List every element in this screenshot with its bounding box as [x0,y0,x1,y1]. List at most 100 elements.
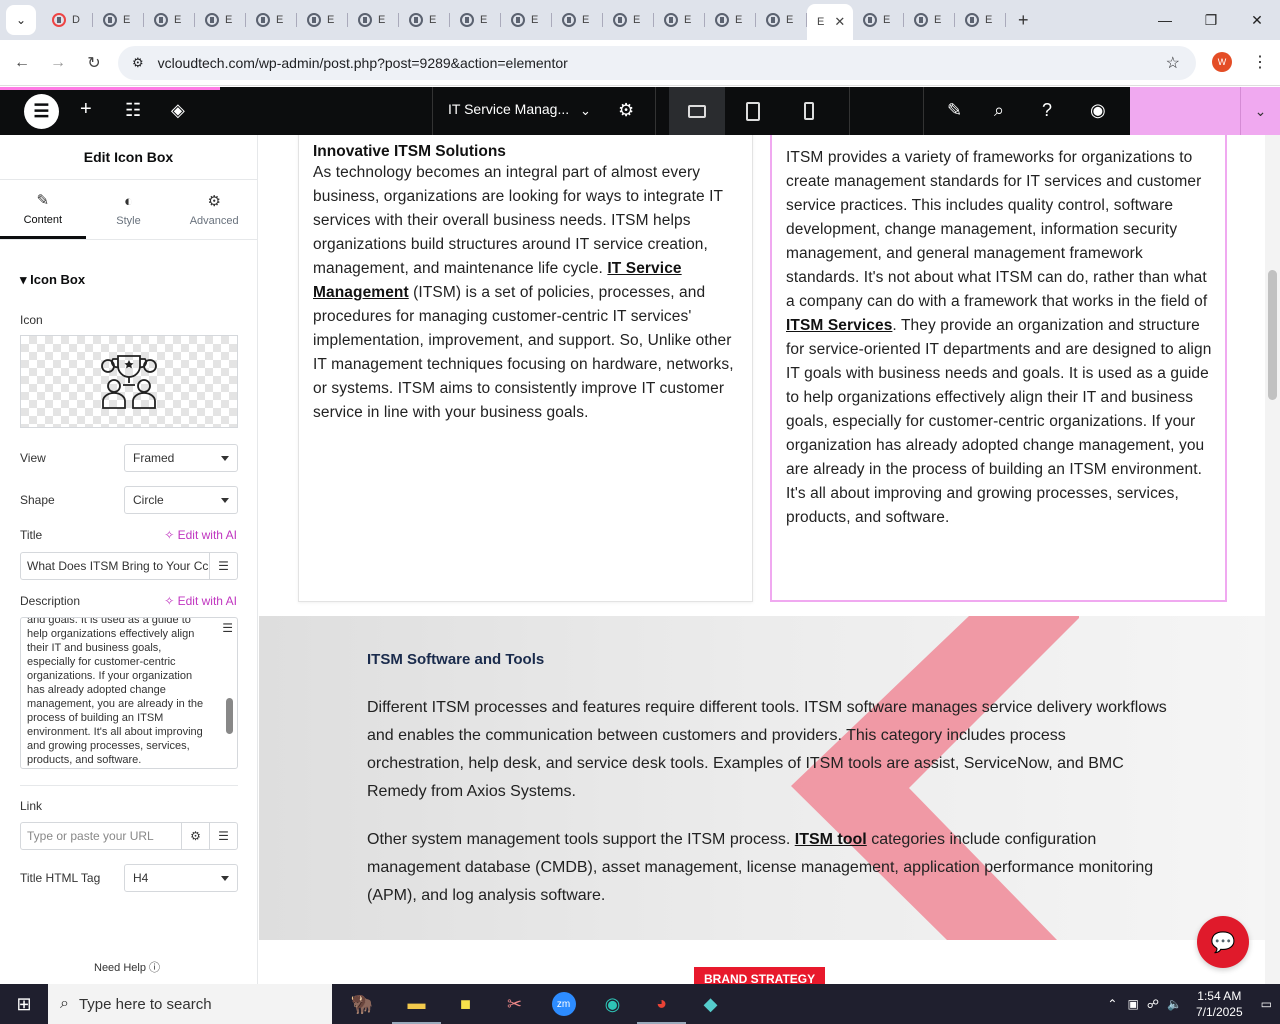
view-select[interactable]: Framed [124,444,238,472]
page-canvas: Innovative ITSM Solutions As technology … [259,135,1265,984]
back-icon[interactable]: ← [4,54,40,72]
tab-content[interactable]: ✎ Content [0,180,86,239]
dynamic-tags-icon[interactable]: ☰ [209,553,237,579]
url-text[interactable]: vcloudtech.com/wp-admin/post.php?post=92… [158,55,568,71]
new-tab-icon[interactable]: + [1018,10,1029,31]
forward-icon[interactable]: → [40,54,76,72]
windows-start-icon[interactable]: ⊞ [0,994,48,1015]
structure-icon[interactable]: ◈ [171,100,185,121]
browser-toolbar: ← → ↻ ⚙ vcloudtech.com/wp-admin/post.php… [0,40,1280,86]
section-toggle[interactable]: ▾ Icon Box [0,240,257,288]
browser-tab[interactable]: E [756,4,807,36]
publish-button[interactable] [1130,87,1240,135]
page-title-dropdown[interactable]: IT Service Manag... [448,101,569,117]
address-bar[interactable]: ⚙ vcloudtech.com/wp-admin/post.php?post=… [118,46,1196,80]
dynamic-tags-icon[interactable]: ☰ [222,621,233,635]
itsm-tool-link[interactable]: ITSM tool [795,831,867,848]
tab-search-button[interactable]: ⌄ [6,5,36,35]
browser-tab[interactable]: E [853,4,904,36]
taskbar-search[interactable]: ⌕ Type here to search [48,984,332,1024]
description-textarea[interactable]: and goals. It is used as a guide to help… [20,617,238,769]
browser-tab[interactable]: E [93,4,144,36]
selected-icon-box-card[interactable]: ITSM provides a variety of frameworks fo… [770,135,1227,602]
site-info-icon[interactable]: ⚙ [132,55,144,71]
dynamic-tags-icon[interactable]: ☰ [209,823,237,849]
page-scrollbar[interactable] [1265,135,1280,984]
need-help-link[interactable]: Need Help ⓘ [94,959,160,975]
clock[interactable]: 1:54 AM 7/1/2025 [1186,988,1253,1020]
elementor-favicon-icon [715,13,729,27]
notifications-icon[interactable]: ▭ [1253,997,1280,1011]
panel-tabs: ✎ Content ◐ Style ⚙ Advanced [0,180,257,240]
profile-avatar[interactable]: W [1212,52,1232,72]
browser-tab[interactable]: E [904,4,955,36]
edit-with-ai-link[interactable]: ✧ Edit with AI [164,528,237,542]
browser-tab[interactable]: E [348,4,399,36]
app-icon[interactable]: ◆ [686,984,735,1024]
minimize-icon[interactable]: — [1142,0,1188,40]
browser-tab[interactable]: E [144,4,195,36]
browser-tab[interactable]: E [246,4,297,36]
help-icon[interactable]: ? [1042,100,1052,121]
chat-bubble-icon[interactable]: 💬 [1197,916,1249,968]
reload-icon[interactable]: ↻ [76,53,112,73]
browser-tab[interactable]: E [552,4,603,36]
browser-tab[interactable]: E [450,4,501,36]
editor-panel: Edit Icon Box ✎ Content ◐ Style ⚙ Advanced … [0,135,258,984]
scrollbar-thumb[interactable] [1268,270,1277,400]
elementor-logo-icon[interactable]: ☰ [24,94,59,129]
file-explorer-icon[interactable]: ▬ [392,984,441,1024]
sticky-notes-icon[interactable]: ■ [441,984,490,1024]
link-input[interactable]: Type or paste your URL ⚙ ☰ [20,822,238,850]
desktop-view-button[interactable] [669,87,725,135]
textarea-scrollbar[interactable] [226,698,233,734]
restore-icon[interactable]: ❐ [1188,0,1234,40]
volume-icon[interactable]: 🔈 [1163,997,1186,1011]
section-paragraph: Different ITSM processes and features re… [367,699,1167,800]
chrome-browser-icon[interactable]: ◕ [637,984,686,1024]
browser-tab[interactable]: E [399,4,450,36]
browser-tab[interactable]: E [955,4,1006,36]
preview-eye-icon[interactable]: ◉ [1090,100,1106,121]
site-settings-icon[interactable]: ☷ [125,100,141,121]
elementor-favicon-icon [613,13,627,27]
mobile-view-button[interactable] [781,87,837,135]
search-icon[interactable]: ⌕ [994,100,1004,121]
title-input[interactable]: What Does ITSM Bring to Your Cc ☰ [20,552,238,580]
browser-tab[interactable]: E [195,4,246,36]
browser-tab-active[interactable]: E ✕ [807,4,853,40]
icon-picker[interactable] [20,335,238,428]
bison-widget-icon[interactable]: 🦬 [332,984,392,1024]
tablet-view-button[interactable] [725,87,781,135]
browser-tab[interactable]: D [42,4,93,36]
text-card[interactable]: Innovative ITSM Solutions As technology … [298,135,753,602]
snipping-tool-icon[interactable]: ✂ [490,984,539,1024]
tab-style[interactable]: ◐ Style [86,180,172,239]
network-status-icon[interactable]: ▣ [1123,997,1142,1011]
add-element-icon[interactable]: + [80,98,92,121]
wifi-icon[interactable]: ☍ [1143,997,1163,1011]
tray-overflow-chevron-icon[interactable]: ⌃ [1101,997,1123,1011]
edge-browser-icon[interactable]: ◉ [588,984,637,1024]
browser-tab[interactable]: E [297,4,348,36]
tab-advanced[interactable]: ⚙ Advanced [171,180,257,239]
link-options-gear-icon[interactable]: ⚙ [181,823,209,849]
browser-tab[interactable]: E [603,4,654,36]
chevron-down-icon[interactable]: ⌄ [580,103,591,119]
browser-tab[interactable]: E [705,4,756,36]
elementor-favicon-icon [358,13,372,27]
shape-select[interactable]: Circle [124,486,238,514]
notes-icon[interactable]: ✎ [947,100,962,121]
close-window-icon[interactable]: ✕ [1234,0,1280,40]
itsm-services-link[interactable]: ITSM Services [786,317,892,334]
browser-tab[interactable]: E [654,4,705,36]
edit-with-ai-link[interactable]: ✧ Edit with AI [164,594,237,608]
bookmark-star-icon[interactable]: ☆ [1166,53,1180,73]
close-tab-icon[interactable]: ✕ [834,14,845,30]
zoom-app-icon[interactable]: zm [539,984,588,1024]
browser-tab[interactable]: E [501,4,552,36]
title-tag-select[interactable]: H4 [124,864,238,892]
publish-options-chevron-icon[interactable]: ⌄ [1240,87,1280,135]
page-settings-icon[interactable]: ⚙ [618,100,634,121]
browser-menu-icon[interactable]: ⋮ [1252,52,1268,72]
